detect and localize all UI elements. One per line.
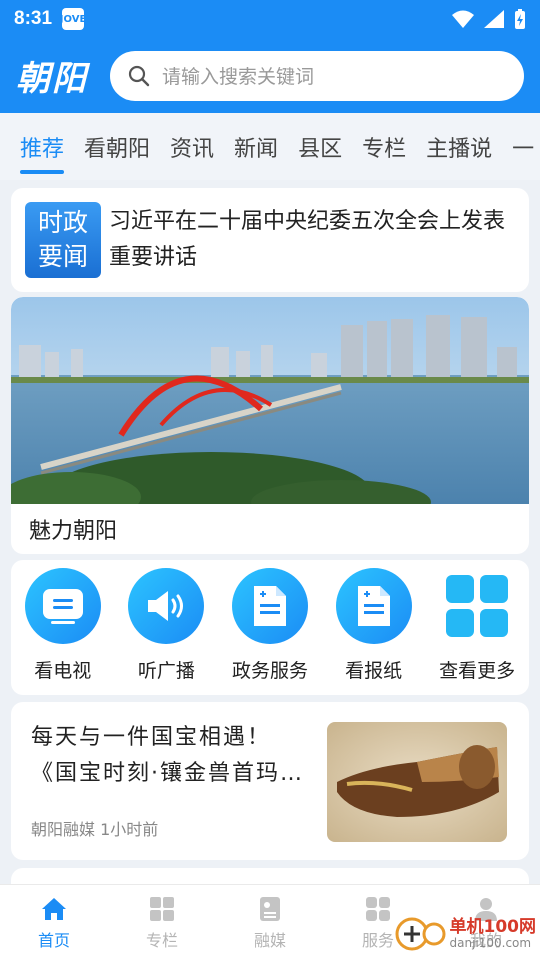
service-label: 听广播 (137, 660, 195, 682)
speaker-icon (128, 568, 205, 644)
nav-label: 融媒 (253, 930, 286, 950)
tab-info[interactable]: 资讯 (170, 113, 214, 180)
media-icon (260, 896, 280, 921)
grid-icon (439, 568, 515, 644)
status-time: 8:31 (14, 8, 53, 29)
home-icon (42, 897, 66, 920)
headline-text: 习近平在二十届中央纪委五次全会上发表重要讲话 (109, 209, 506, 270)
headline-card[interactable]: 时政 要闻 习近平在二十届中央纪委五次全会上发表重要讲话 (11, 188, 529, 292)
watermark-logo-icon (395, 917, 445, 951)
service-label: 政务服务 (231, 660, 308, 682)
article-source: 朝阳融媒 (31, 820, 96, 839)
document-icon (231, 568, 308, 644)
category-tabs: 推荐 看朝阳 资讯 新闻 县区 专栏 主播说 一 (0, 113, 540, 180)
watermark-url: danji100.com (449, 936, 532, 950)
tab-anchor[interactable]: 主播说 (426, 113, 492, 180)
tab-chaoyang[interactable]: 看朝阳 (84, 113, 150, 180)
tab-news[interactable]: 新闻 (234, 113, 278, 180)
columns-icon (150, 896, 174, 921)
article-time: 1小时前 (100, 820, 159, 839)
tab-recommend[interactable]: 推荐 (20, 113, 65, 180)
search-input[interactable]: 请输入搜索关键词 (110, 50, 524, 101)
nav-home[interactable]: 首页 (0, 885, 108, 960)
service-newspaper[interactable]: 看报纸 (324, 568, 424, 683)
service-tv[interactable]: 看电视 (13, 568, 113, 683)
app-logo: 朝阳 (16, 59, 88, 99)
banner-image (11, 297, 529, 504)
header: 朝阳 请输入搜索关键词 (0, 38, 540, 113)
politics-badge: 时政 要闻 (25, 202, 101, 278)
banner-card[interactable]: 魅力朝阳 (11, 297, 529, 554)
service-label: 看报纸 (345, 660, 403, 682)
nav-media[interactable]: 融媒 (216, 885, 324, 960)
article-thumbnail (327, 722, 507, 842)
service-label: 查看更多 (439, 660, 516, 682)
top-bar: 8:31 JOVE 朝阳 请输入搜索关键词 (0, 0, 540, 113)
watermark: 单机100网 danji100.com (394, 914, 537, 954)
tv-icon (24, 568, 101, 644)
wifi-icon (452, 10, 474, 28)
service-more[interactable]: 查看更多 (427, 568, 527, 683)
article-card[interactable]: 每天与一件国宝相遇！《国宝时刻·镶金兽首玛… 朝阳融媒 1小时前 (11, 702, 529, 860)
search-placeholder: 请输入搜索关键词 (162, 66, 315, 88)
badge-line1: 时政 (37, 208, 88, 237)
tab-more[interactable]: 一 (512, 113, 534, 180)
badge-line2: 要闻 (37, 242, 88, 271)
search-icon (128, 65, 150, 86)
article-title: 每天与一件国宝相遇！《国宝时刻·镶金兽首玛… (31, 725, 304, 786)
watermark-text: 单机100网 (449, 917, 537, 937)
article-meta: 朝阳融媒 1小时前 (31, 816, 158, 840)
services-icon (366, 896, 390, 921)
service-government[interactable]: 政务服务 (220, 568, 320, 683)
signal-icon (484, 10, 504, 28)
nav-columns[interactable]: 专栏 (108, 885, 216, 960)
services-grid: 看电视 听广播 政务服务 看报纸 查看更多 (11, 560, 529, 695)
service-label: 看电视 (34, 660, 92, 682)
status-bar: 8:31 JOVE (0, 0, 540, 38)
tab-column[interactable]: 专栏 (362, 113, 406, 180)
battery-icon (515, 9, 525, 29)
service-radio[interactable]: 听广播 (116, 568, 216, 683)
banner-caption: 魅力朝阳 (29, 519, 118, 544)
tab-county[interactable]: 县区 (298, 113, 342, 180)
nav-label: 服务 (361, 930, 394, 950)
nav-label: 首页 (37, 930, 70, 950)
newspaper-icon (335, 568, 412, 644)
nav-label: 专栏 (145, 930, 178, 950)
app-notification-icon: JOVE (60, 8, 86, 30)
